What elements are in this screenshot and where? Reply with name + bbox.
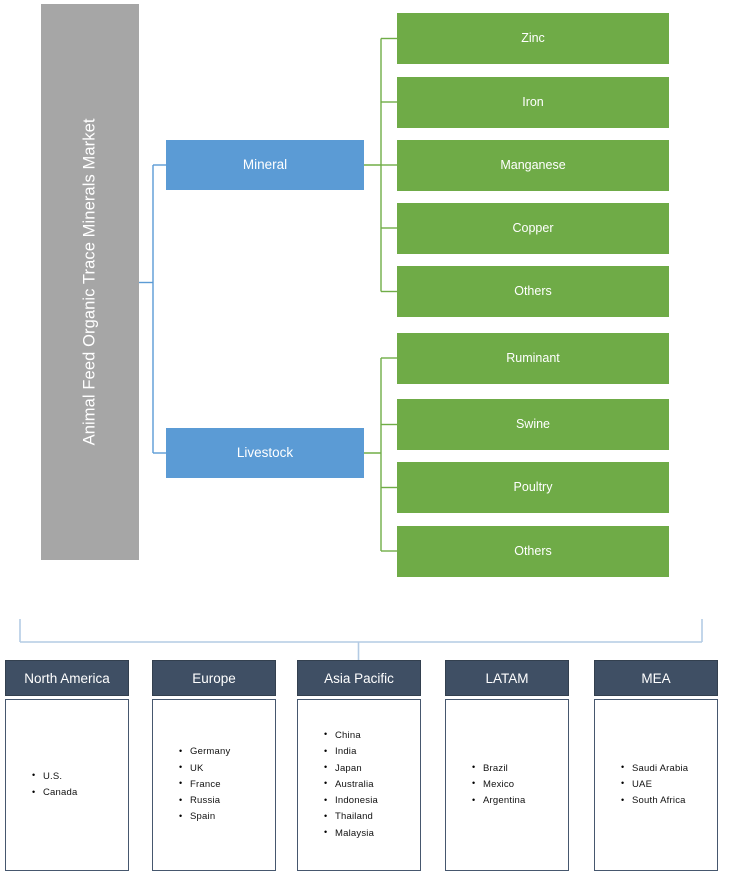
segment-label-livestock: Livestock: [236, 444, 294, 460]
region-country-item: Brazil: [472, 760, 568, 777]
region-header-latam: LATAM: [445, 660, 569, 696]
region-body-north-america: U.S.Canada: [5, 699, 129, 871]
region-country-item: Spain: [179, 809, 275, 825]
region-header-asia-pacific: Asia Pacific: [297, 660, 421, 696]
region-country-item: Mexico: [472, 776, 568, 793]
segment-label-mineral: Mineral: [242, 156, 288, 172]
leaf-label-iron: Iron: [522, 94, 544, 109]
region-country-item: UK: [179, 760, 275, 777]
region-country-item: U.S.: [32, 768, 128, 785]
region-card-europe[interactable]: Europe GermanyUKFranceRussiaSpain: [152, 660, 276, 871]
leaf-node-swine[interactable]: Swine: [397, 399, 669, 450]
leaf-label-manganese: Manganese: [500, 157, 566, 172]
segment-node-livestock[interactable]: Livestock: [166, 428, 364, 478]
region-header-mea: MEA: [594, 660, 718, 696]
region-country-list-mea: Saudi ArabiaUAESouth Africa: [595, 760, 717, 810]
root-to-segment-connectors: [139, 164, 166, 454]
leaf-label-livestock-others: Others: [514, 543, 552, 558]
leaf-label-zinc: Zinc: [521, 31, 545, 45]
root-market-label: Animal Feed Organic Trace Minerals Marke…: [80, 118, 99, 446]
market-segmentation-diagram: Animal Feed Organic Trace Minerals Marke…: [0, 0, 731, 876]
segment-node-mineral[interactable]: Mineral: [166, 140, 364, 190]
leaf-node-ruminant[interactable]: Ruminant: [397, 332, 669, 384]
region-card-latam[interactable]: LATAM BrazilMexicoArgentina: [445, 660, 569, 871]
region-header-europe: Europe: [152, 660, 276, 696]
region-card-north-america[interactable]: North America U.S.Canada: [5, 660, 129, 871]
region-country-item: South Africa: [621, 793, 717, 809]
leaf-label-poultry: Poultry: [513, 480, 553, 494]
region-body-europe: GermanyUKFranceRussiaSpain: [152, 699, 276, 871]
region-country-item: Thailand: [324, 809, 420, 825]
leaf-node-iron[interactable]: Iron: [397, 76, 669, 128]
leaf-label-mineral-others: Others: [514, 284, 552, 298]
livestock-leaf-connectors: [364, 357, 397, 552]
region-country-item: Indonesia: [324, 793, 420, 809]
region-card-asia-pacific[interactable]: Asia Pacific ChinaIndiaJapanAustraliaInd…: [297, 660, 421, 871]
region-country-item: Germany: [179, 744, 275, 760]
leaf-label-swine: Swine: [515, 417, 551, 431]
region-country-item: India: [324, 744, 420, 760]
region-body-latam: BrazilMexicoArgentina: [445, 699, 569, 871]
region-header-north-america: North America: [5, 660, 129, 696]
region-card-mea[interactable]: MEA Saudi ArabiaUAESouth Africa: [594, 660, 718, 871]
region-country-item: China: [324, 727, 420, 744]
leaf-node-manganese[interactable]: Manganese: [397, 139, 669, 191]
region-country-list-latam: BrazilMexicoArgentina: [446, 760, 568, 810]
leaf-node-zinc[interactable]: Zinc: [397, 13, 669, 64]
mineral-leaf-connectors: [364, 37, 397, 293]
leaf-node-mineral-others[interactable]: Others: [397, 266, 669, 317]
region-country-item: Australia: [324, 776, 420, 793]
region-country-item: Argentina: [472, 793, 568, 809]
leaf-node-livestock-others[interactable]: Others: [397, 525, 669, 577]
region-country-list-europe: GermanyUKFranceRussiaSpain: [153, 744, 275, 826]
region-body-asia-pacific: ChinaIndiaJapanAustraliaIndonesiaThailan…: [297, 699, 421, 871]
region-country-item: France: [179, 776, 275, 793]
root-market-bar: Animal Feed Organic Trace Minerals Marke…: [41, 4, 139, 560]
region-bracket-connectors: [19, 619, 703, 660]
leaf-label-copper: Copper: [512, 220, 554, 235]
region-country-list-north-america: U.S.Canada: [6, 768, 128, 802]
region-country-list-asia-pacific: ChinaIndiaJapanAustraliaIndonesiaThailan…: [298, 727, 420, 842]
region-country-item: Russia: [179, 793, 275, 809]
leaf-node-copper[interactable]: Copper: [397, 202, 669, 254]
region-country-item: UAE: [621, 776, 717, 793]
leaf-label-ruminant: Ruminant: [506, 350, 560, 365]
leaf-node-poultry[interactable]: Poultry: [397, 462, 669, 513]
region-country-item: Saudi Arabia: [621, 760, 717, 777]
region-country-item: Canada: [32, 784, 128, 801]
region-country-item: Japan: [324, 760, 420, 777]
region-body-mea: Saudi ArabiaUAESouth Africa: [594, 699, 718, 871]
region-country-item: Malaysia: [324, 825, 420, 842]
